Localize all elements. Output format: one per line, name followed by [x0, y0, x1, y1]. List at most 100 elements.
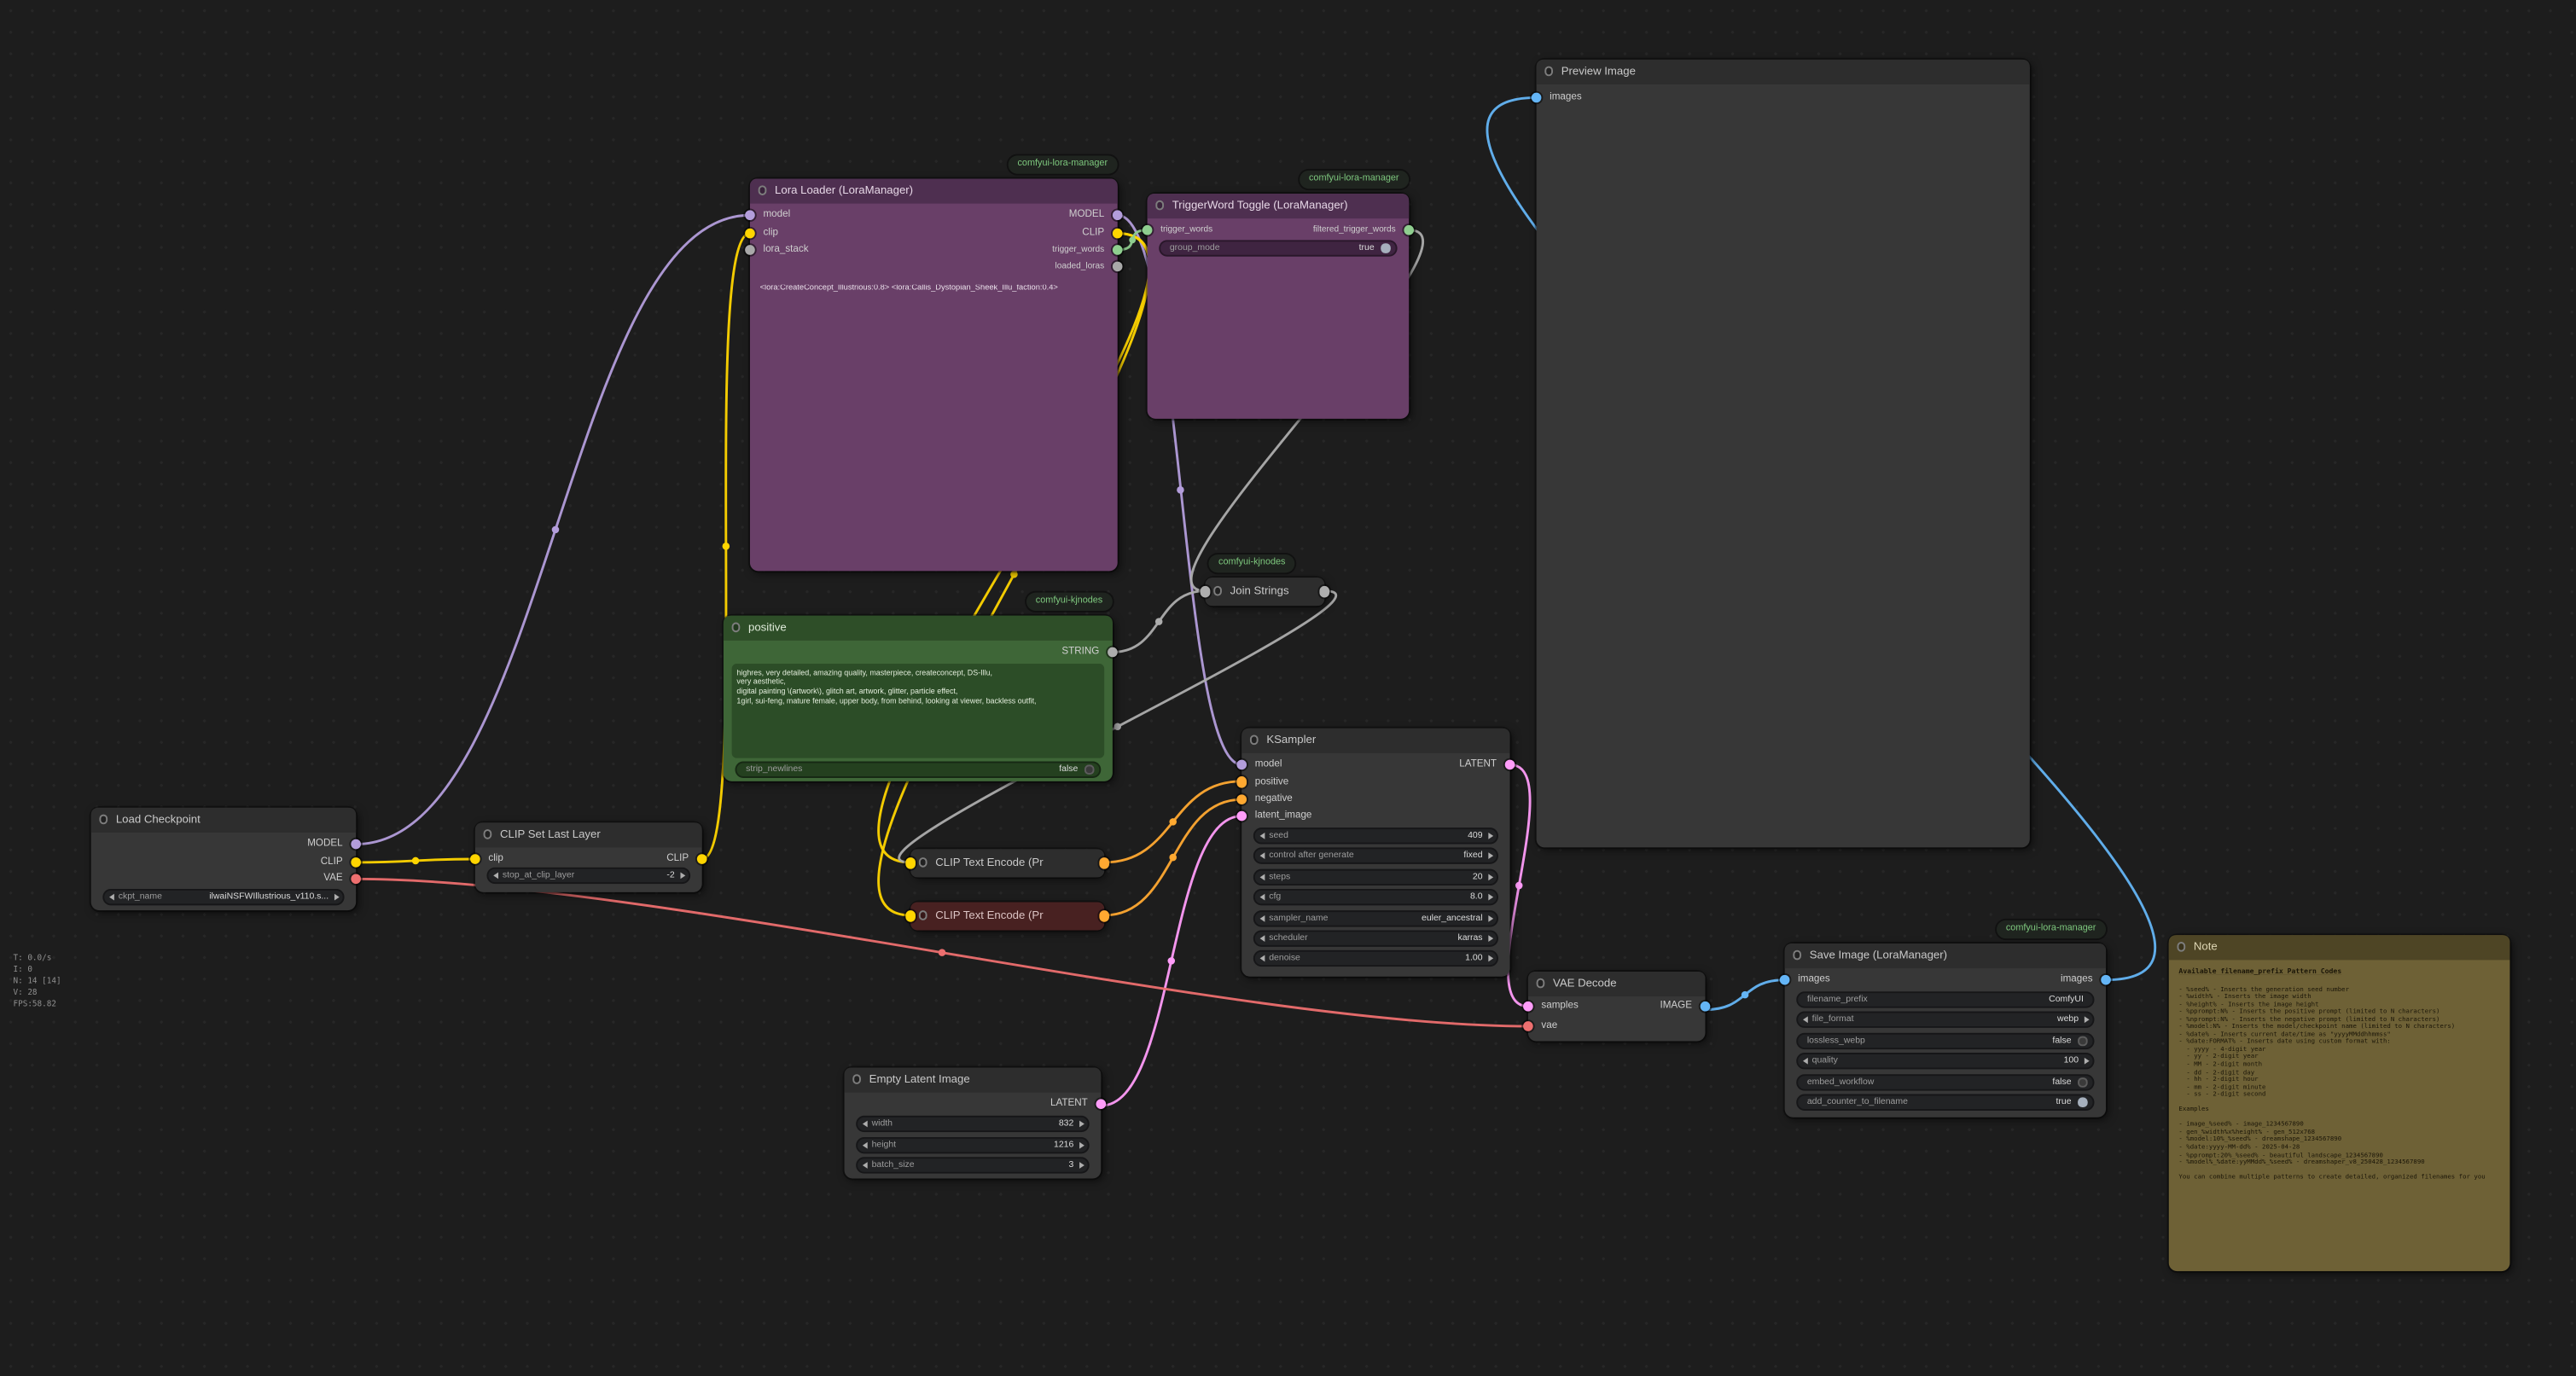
- collapse-dot[interactable]: [1212, 586, 1222, 595]
- widget-scheduler[interactable]: scheduler karras: [1253, 930, 1498, 946]
- input-port-positive[interactable]: [1236, 776, 1247, 787]
- node-clip-text-encode-positive[interactable]: CLIP Text Encode (Pr: [910, 849, 1104, 877]
- link-dot[interactable]: [1114, 723, 1121, 731]
- collapse-dot[interactable]: [1154, 200, 1164, 210]
- link-dot[interactable]: [1515, 882, 1523, 890]
- link-dot[interactable]: [412, 857, 420, 865]
- decrement-arrow-icon[interactable]: [862, 1142, 867, 1149]
- link-dot[interactable]: [1177, 486, 1184, 494]
- link-dot[interactable]: [939, 949, 946, 956]
- node-vae-decode[interactable]: VAE Decode samples vae IMAGE: [1528, 972, 1706, 1041]
- increment-arrow-icon[interactable]: [2084, 1016, 2089, 1023]
- toggle-indicator[interactable]: [1381, 244, 1389, 253]
- decrement-arrow-icon[interactable]: [1259, 935, 1265, 942]
- node-preview-image[interactable]: Preview Image images: [1537, 60, 2030, 848]
- link-dot[interactable]: [1169, 854, 1177, 862]
- link-dot[interactable]: [1167, 957, 1175, 965]
- increment-arrow-icon[interactable]: [1079, 1121, 1084, 1128]
- node-join-strings[interactable]: Join Strings: [1206, 578, 1325, 606]
- widget-batch-size[interactable]: batch_size 3: [856, 1157, 1090, 1173]
- widget-sampler-name[interactable]: sampler_name euler_ancestral: [1253, 910, 1498, 926]
- node-title-bar[interactable]: Note: [2169, 935, 2510, 960]
- collapse-dot[interactable]: [483, 829, 492, 839]
- collapse-dot[interactable]: [918, 910, 927, 920]
- decrement-arrow-icon[interactable]: [1259, 874, 1265, 880]
- collapse-dot[interactable]: [1536, 978, 1545, 988]
- widget-denoise[interactable]: denoise 1.00: [1253, 950, 1498, 967]
- toggle-indicator[interactable]: [2078, 1078, 2086, 1087]
- widget-lossless-webp[interactable]: lossless_webp false: [1796, 1033, 2094, 1049]
- widget-quality[interactable]: quality 100: [1796, 1053, 2094, 1069]
- decrement-arrow-icon[interactable]: [1259, 852, 1265, 859]
- collapse-dot[interactable]: [98, 815, 108, 824]
- decrement-arrow-icon[interactable]: [492, 873, 497, 880]
- widget-seed[interactable]: seed 409: [1253, 827, 1498, 844]
- collapse-dot[interactable]: [918, 857, 927, 867]
- collapse-dot[interactable]: [2177, 942, 2186, 951]
- node-title-bar[interactable]: CLIP Set Last Layer: [475, 822, 702, 847]
- toggle-indicator[interactable]: [2078, 1036, 2086, 1045]
- collapse-dot[interactable]: [731, 623, 741, 632]
- increment-arrow-icon[interactable]: [679, 873, 684, 880]
- increment-arrow-icon[interactable]: [1487, 955, 1492, 962]
- decrement-arrow-icon[interactable]: [1259, 955, 1265, 962]
- node-save-image[interactable]: Save Image (LoraManager) images images f…: [1785, 943, 2106, 1118]
- collapse-dot[interactable]: [852, 1074, 861, 1083]
- link-dot[interactable]: [1155, 618, 1163, 625]
- widget-filename-prefix[interactable]: filename_prefix ComfyUI: [1796, 991, 2094, 1007]
- node-title-bar[interactable]: Lora Loader (LoraManager): [750, 179, 1118, 204]
- node-clip-set-last-layer[interactable]: CLIP Set Last Layer clip CLIP stop_at_cl…: [475, 822, 702, 891]
- increment-arrow-icon[interactable]: [1487, 833, 1492, 839]
- node-title-bar[interactable]: Save Image (LoraManager): [1785, 943, 2106, 968]
- link-dot[interactable]: [1742, 991, 1749, 999]
- increment-arrow-icon[interactable]: [2084, 1058, 2089, 1065]
- link-dot[interactable]: [1169, 818, 1177, 826]
- node-title-bar[interactable]: Empty Latent Image: [845, 1067, 1102, 1092]
- lora-syntax-text[interactable]: <lora:CreateConcept_Illustrious:0.8> <lo…: [760, 285, 1108, 293]
- collapse-dot[interactable]: [1544, 67, 1553, 76]
- decrement-arrow-icon[interactable]: [108, 894, 113, 901]
- node-load-checkpoint[interactable]: Load Checkpoint MODEL CLIP VAE ckpt_name…: [91, 808, 356, 910]
- increment-arrow-icon[interactable]: [1487, 935, 1492, 942]
- decrement-arrow-icon[interactable]: [1802, 1016, 1807, 1023]
- node-graph-canvas[interactable]: comfyui-lora-manager comfyui-lora-manage…: [0, 0, 2576, 1376]
- decrement-arrow-icon[interactable]: [1259, 894, 1265, 901]
- node-title-bar[interactable]: Join Strings: [1206, 578, 1325, 606]
- widget-control-after-generate[interactable]: control after generate fixed: [1253, 847, 1498, 863]
- prompt-textarea[interactable]: highres, very detailed, amazing quality,…: [732, 664, 1105, 758]
- collapse-dot[interactable]: [1792, 950, 1801, 960]
- node-title-bar[interactable]: CLIP Text Encode (Pr: [910, 849, 1104, 877]
- increment-arrow-icon[interactable]: [1487, 915, 1492, 922]
- widget-width[interactable]: width 832: [856, 1116, 1090, 1132]
- widget-group-mode[interactable]: group_mode true: [1159, 240, 1397, 256]
- node-triggerword-toggle[interactable]: TriggerWord Toggle (LoraManager) trigger…: [1148, 194, 1410, 419]
- widget-embed-workflow[interactable]: embed_workflow false: [1796, 1074, 2094, 1090]
- link-dot[interactable]: [723, 543, 730, 550]
- node-positive-prompt[interactable]: positive STRING highres, very detailed, …: [724, 616, 1113, 781]
- note-body-text[interactable]: - %seed% - Inserts the generation seed n…: [2178, 978, 2503, 1267]
- node-title-bar[interactable]: VAE Decode: [1528, 972, 1706, 996]
- node-note[interactable]: Note Available filename_prefix Pattern C…: [2169, 935, 2510, 1271]
- link-dot[interactable]: [1129, 236, 1136, 243]
- toggle-indicator[interactable]: [1084, 765, 1093, 774]
- node-title-bar[interactable]: Preview Image: [1537, 60, 2030, 84]
- node-title-bar[interactable]: Load Checkpoint: [91, 808, 356, 833]
- widget-strip-newlines[interactable]: strip_newlines false: [735, 762, 1101, 778]
- widget-ckpt-name[interactable]: ckpt_name ilwaiNSFWIllustrious_v110.s...: [102, 889, 344, 905]
- collapse-dot[interactable]: [1249, 735, 1259, 745]
- decrement-arrow-icon[interactable]: [1259, 915, 1265, 922]
- increment-arrow-icon[interactable]: [1079, 1162, 1084, 1169]
- decrement-arrow-icon[interactable]: [1259, 833, 1265, 839]
- link-dot[interactable]: [1010, 571, 1018, 578]
- node-lora-loader[interactable]: Lora Loader (LoraManager) model clip lor…: [750, 179, 1118, 572]
- decrement-arrow-icon[interactable]: [862, 1121, 867, 1128]
- increment-arrow-icon[interactable]: [1487, 874, 1492, 880]
- increment-arrow-icon[interactable]: [334, 894, 339, 901]
- increment-arrow-icon[interactable]: [1079, 1142, 1084, 1149]
- decrement-arrow-icon[interactable]: [862, 1162, 867, 1169]
- node-empty-latent-image[interactable]: Empty Latent Image LATENT width 832 heig…: [845, 1067, 1102, 1178]
- widget-steps[interactable]: steps 20: [1253, 869, 1498, 885]
- widget-add-counter-to-filename[interactable]: add_counter_to_filename true: [1796, 1094, 2094, 1111]
- node-title-bar[interactable]: CLIP Text Encode (Pr: [910, 902, 1104, 930]
- increment-arrow-icon[interactable]: [1487, 852, 1492, 859]
